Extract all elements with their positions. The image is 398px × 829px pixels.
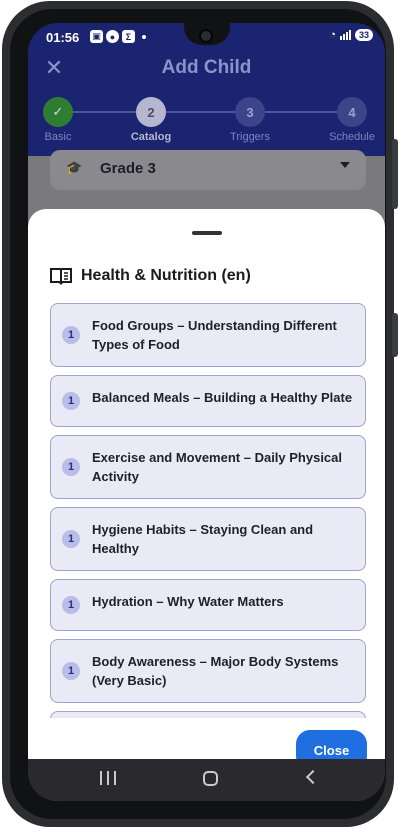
sheet-title: Health & Nutrition (en) [81, 267, 251, 284]
recent-apps-icon[interactable] [100, 771, 116, 785]
wifi-icon: ◔ [329, 29, 336, 41]
sigma-icon: Σ [122, 30, 135, 43]
sheet-header: Health & Nutrition (en) [50, 267, 251, 285]
app-header: ✕ Add Child [28, 51, 385, 85]
step-triggers[interactable]: 3 Triggers [215, 97, 285, 143]
item-text: Hygiene Habits – Staying Clean and Healt… [92, 522, 314, 556]
wizard-stepper: ✓ Basic 2 Catalog 3 Triggers 4 Schedule [28, 97, 385, 153]
step-label: Basic [44, 131, 72, 143]
step-label: Schedule [329, 131, 375, 143]
list-item[interactable]: 1 Hydration – Why Water Matters [50, 579, 366, 631]
lesson-list: 1 Food Groups – Understanding Different … [50, 303, 368, 718]
list-item[interactable]: 1 Body Awareness – Major Body Systems (V… [50, 639, 366, 703]
volume-button [392, 139, 398, 209]
camera-icon [199, 29, 213, 43]
item-text: Food Groups – Understanding Different Ty… [92, 318, 337, 352]
page-title: Add Child [161, 57, 252, 78]
system-nav-bar [28, 759, 385, 801]
step-number: 2 [136, 97, 166, 127]
check-icon: ✓ [43, 97, 73, 127]
step-number: 4 [337, 97, 367, 127]
step-catalog[interactable]: 2 Catalog [116, 97, 186, 143]
list-item-partial[interactable] [50, 711, 366, 718]
bottom-sheet: Health & Nutrition (en) 1 Food Groups – … [28, 209, 385, 769]
list-item[interactable]: 1 Hygiene Habits – Staying Clean and Hea… [50, 507, 366, 571]
step-label: Triggers [230, 131, 270, 143]
item-text: Exercise and Movement – Daily Physical A… [92, 450, 343, 484]
screen: 01:56 ▣ ● Σ ◔ 33 ✕ Add Child ✓ Basic 2 C… [28, 23, 385, 801]
battery-indicator: 33 [354, 29, 373, 41]
item-badge: 1 [62, 326, 80, 344]
grade-select[interactable]: 🎓 Grade 3 [50, 150, 366, 190]
item-text: Hydration – Why Water Matters [92, 594, 284, 609]
item-badge: 1 [62, 458, 80, 476]
list-item[interactable]: 1 Exercise and Movement – Daily Physical… [50, 435, 366, 499]
item-badge: 1 [62, 392, 80, 410]
screenshot-icon: ▣ [90, 30, 103, 43]
item-text: Balanced Meals – Building a Healthy Plat… [92, 390, 353, 405]
graduation-cap-icon: 🎓 [66, 160, 83, 175]
dropdown-arrow-icon [340, 162, 350, 168]
status-right: ◔ 33 [329, 29, 373, 41]
item-text: Body Awareness – Major Body Systems (Ver… [92, 654, 339, 688]
list-item[interactable]: 1 Food Groups – Understanding Different … [50, 303, 366, 367]
step-basic[interactable]: ✓ Basic [28, 97, 93, 143]
app-icon: ● [106, 30, 119, 43]
item-badge: 1 [62, 662, 80, 680]
home-icon[interactable] [203, 771, 218, 786]
back-icon[interactable] [305, 769, 321, 785]
more-notifications-icon [142, 34, 146, 39]
step-schedule[interactable]: 4 Schedule [317, 97, 385, 143]
step-label: Catalog [130, 131, 172, 143]
item-badge: 1 [62, 530, 80, 548]
status-bar: 01:56 ▣ ● Σ ◔ 33 [28, 23, 385, 53]
phone-frame: 01:56 ▣ ● Σ ◔ 33 ✕ Add Child ✓ Basic 2 C… [2, 1, 398, 827]
step-number: 3 [235, 97, 265, 127]
stepper-line [72, 111, 342, 113]
notification-icons: ▣ ● Σ [90, 30, 146, 43]
book-icon [50, 268, 72, 285]
item-badge: 1 [62, 596, 80, 614]
drag-handle[interactable] [192, 231, 222, 235]
grade-value: Grade 3 [100, 160, 156, 177]
power-button [392, 313, 398, 357]
list-item[interactable]: 1 Balanced Meals – Building a Healthy Pl… [50, 375, 366, 427]
signal-icon [339, 30, 351, 40]
phone-bezel: 01:56 ▣ ● Σ ◔ 33 ✕ Add Child ✓ Basic 2 C… [10, 9, 386, 819]
status-time: 01:56 [46, 30, 80, 45]
